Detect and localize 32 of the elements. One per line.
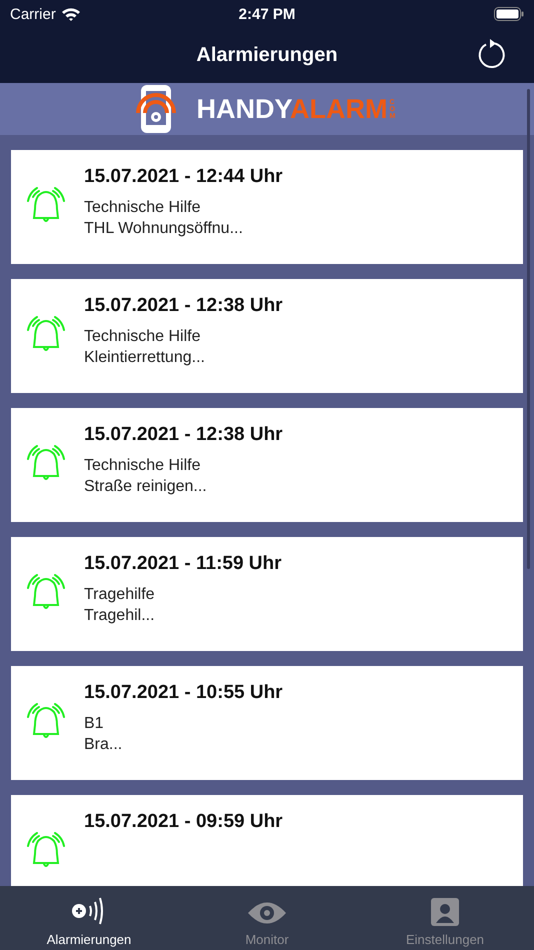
alarm-card[interactable]: 15.07.2021 - 11:59 Uhr Tragehilfe Tragehil...	[11, 537, 523, 651]
alarm-detail: THL Wohnungsöffnu...	[84, 219, 244, 239]
alarm-type: B1	[84, 714, 105, 734]
alarm-datetime: 15.07.2021 - 10:55 Uhr	[84, 682, 283, 704]
alarm-card[interactable]: 15.07.2021 - 09:59 Uhr	[11, 795, 523, 886]
alarm-detail: Tragehil...	[84, 606, 156, 626]
alarm-card[interactable]: 15.07.2021 - 12:38 Uhr Technische Hilfe Kleintierrettung...	[11, 279, 523, 393]
status-time: 2:47 PM	[238, 6, 296, 22]
tab-item[interactable]: Alarmierungen	[0, 886, 178, 950]
battery-icon	[494, 7, 524, 21]
alarm-detail: Straße reinigen...	[84, 477, 208, 497]
alarm-type: Technische Hilfe	[84, 327, 202, 347]
wifi-icon	[60, 7, 81, 21]
alarm-type: Technische Hilfe	[84, 456, 202, 476]
alarm-detail: Bra...	[84, 735, 124, 755]
refresh-icon[interactable]	[477, 38, 507, 70]
eye-icon	[247, 900, 287, 926]
person-icon	[431, 898, 459, 926]
brand-name: HANDYALARM	[196, 94, 388, 124]
alarm-type: Tragehilfe	[84, 585, 156, 605]
alarm-detail: Kleintierrettung...	[84, 348, 206, 368]
carrier-name: Carrier	[10, 6, 56, 22]
alarm-datetime: 15.07.2021 - 12:44 Uhr	[84, 166, 283, 188]
alarm-datetime: 15.07.2021 - 12:38 Uhr	[84, 295, 283, 317]
alarm-datetime: 15.07.2021 - 11:59 Uhr	[84, 553, 282, 575]
alarm-datetime: 15.07.2021 - 09:59 Uhr	[84, 811, 283, 833]
alarm-card[interactable]: 15.07.2021 - 12:38 Uhr Technische Hilfe Straße reinigen...	[11, 408, 523, 522]
alarm-card[interactable]: 15.07.2021 - 12:44 Uhr Technische Hilfe THL Wohnungsöffnu...	[11, 150, 523, 264]
alarm-datetime: 15.07.2021 - 12:38 Uhr	[84, 424, 283, 446]
alarm-card[interactable]: 15.07.2021 - 10:55 Uhr B1 Bra...	[11, 666, 523, 780]
alarm-type: Technische Hilfe	[84, 198, 202, 218]
screen-title: Alarmierungen	[196, 44, 338, 67]
